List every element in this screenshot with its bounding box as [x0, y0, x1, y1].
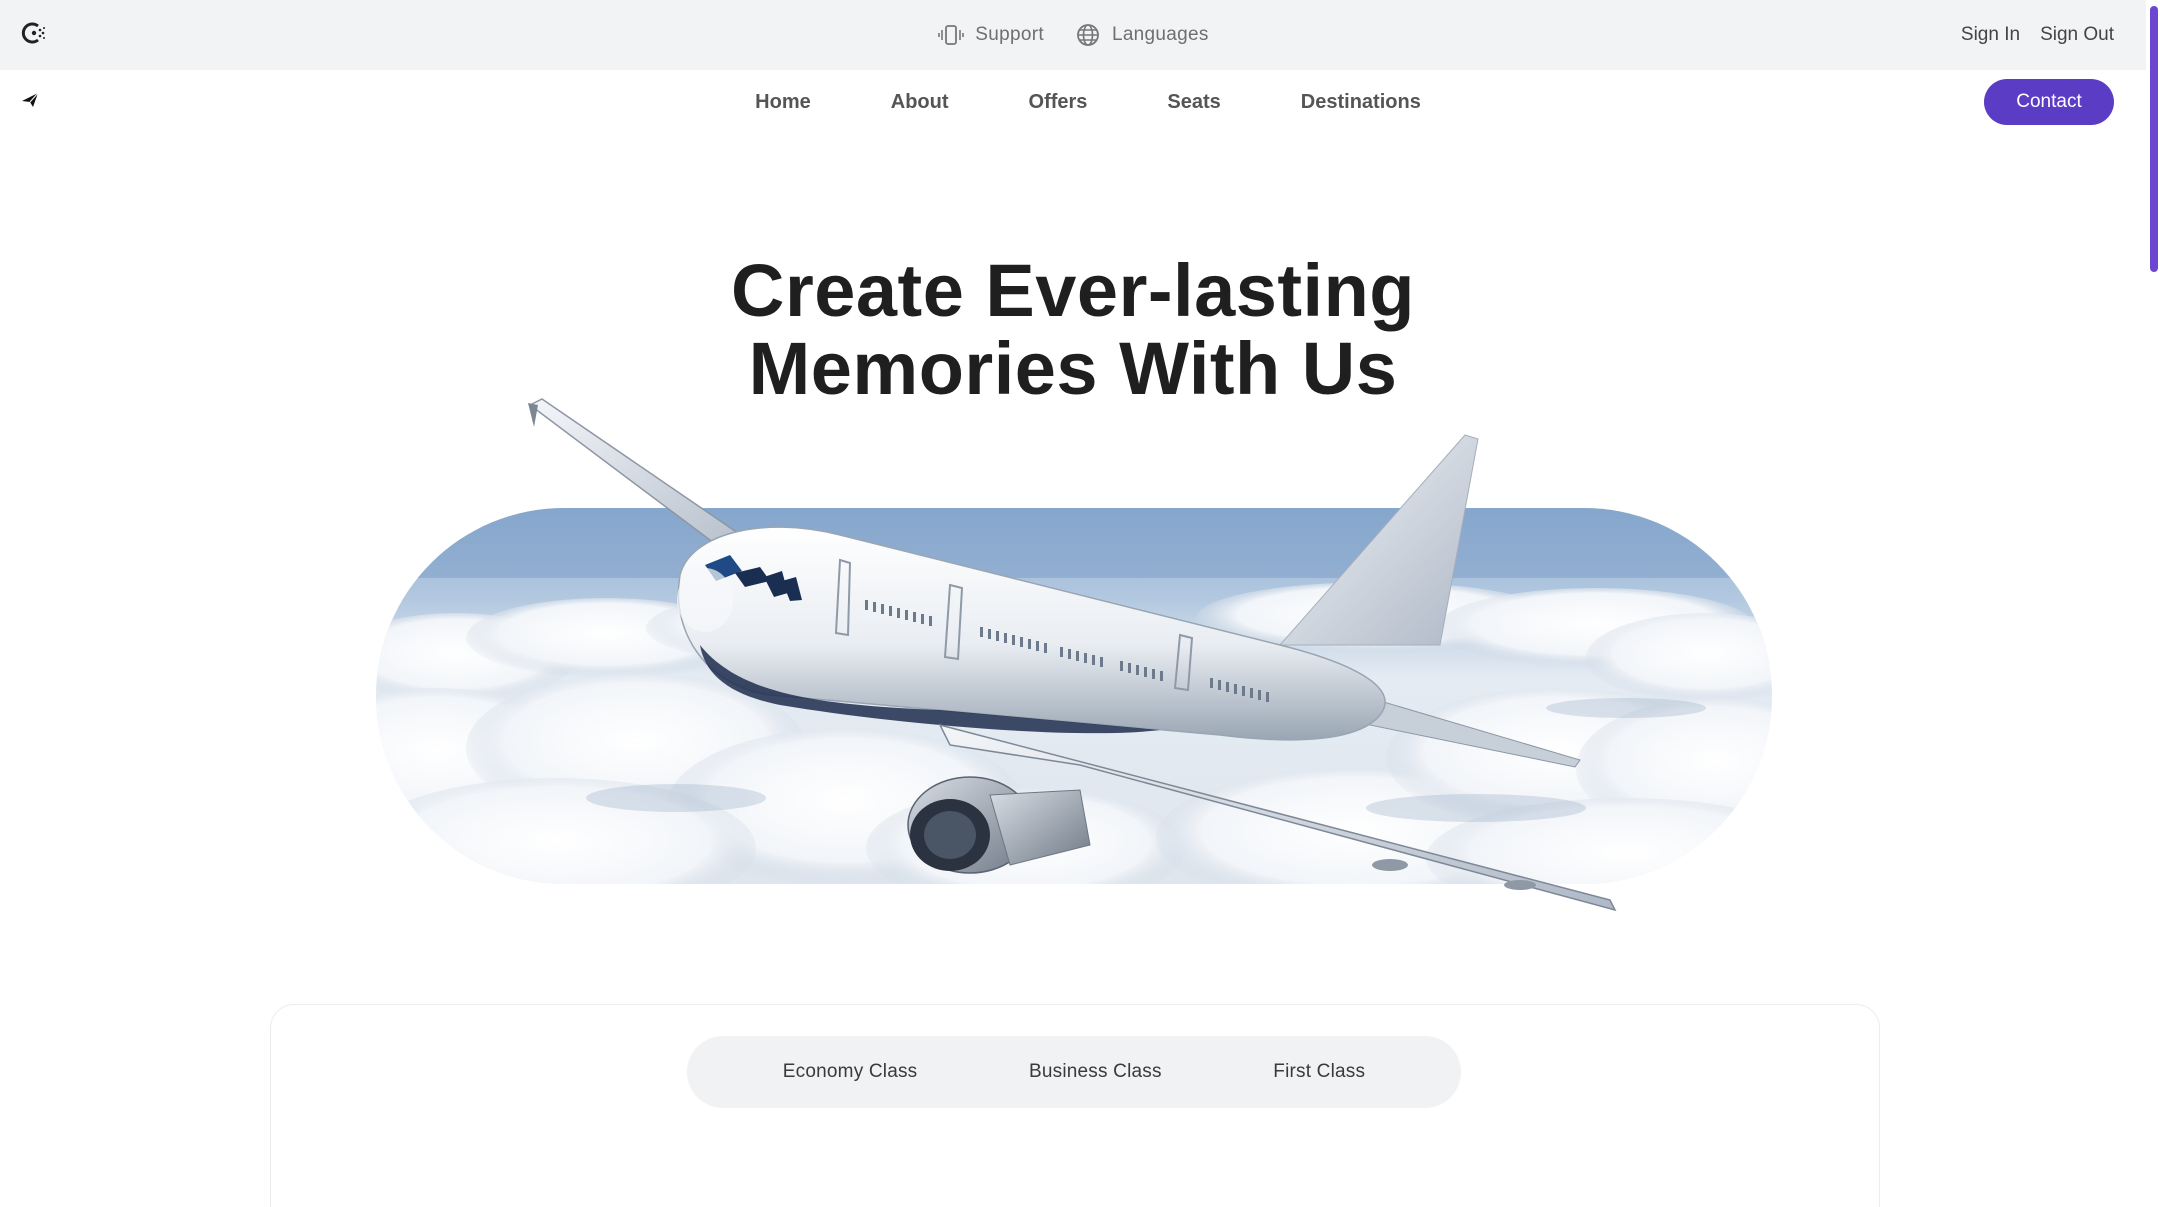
main-navigation: Home About Offers Seats Destinations Con… — [0, 70, 2146, 134]
support-label: Support — [975, 24, 1044, 45]
tab-first-class[interactable]: First Class — [1273, 1061, 1365, 1083]
sign-out-link[interactable]: Sign Out — [2040, 24, 2114, 46]
contact-button[interactable]: Contact — [1984, 79, 2114, 125]
tab-business-class[interactable]: Business Class — [1029, 1061, 1162, 1083]
travel-class-tabs: Economy Class Business Class First Class — [687, 1036, 1461, 1108]
top-utility-bar: Support Languages Sign In Sign Out — [0, 0, 2146, 70]
airplane-illustration — [528, 398, 1617, 912]
nav-seats[interactable]: Seats — [1167, 91, 1220, 114]
nav-offers[interactable]: Offers — [1029, 91, 1088, 114]
nav-home[interactable]: Home — [755, 91, 811, 114]
booking-card: Economy Class Business Class First Class — [270, 1004, 1880, 1207]
page-scrollbar[interactable] — [2146, 0, 2160, 1207]
hero-title: Create Ever-lasting Memories With Us — [0, 252, 2146, 408]
tab-economy-class[interactable]: Economy Class — [783, 1061, 918, 1083]
sign-in-link[interactable]: Sign In — [1961, 24, 2020, 46]
vibrating-phone-icon — [938, 25, 965, 45]
support-link[interactable]: Support — [937, 21, 1044, 49]
hero-title-line-1: Create Ever-lasting — [731, 249, 1415, 332]
languages-link[interactable]: Languages — [1074, 21, 1209, 49]
auth-links: Sign In Sign Out — [1961, 0, 2114, 70]
scrollbar-thumb[interactable] — [2150, 6, 2158, 272]
utility-links: Support Languages — [0, 0, 2146, 70]
nav-links: Home About Offers Seats Destinations — [0, 70, 2146, 134]
nav-destinations[interactable]: Destinations — [1301, 91, 1421, 114]
nav-about[interactable]: About — [891, 91, 949, 114]
languages-label: Languages — [1111, 24, 1209, 45]
globe-icon — [1077, 24, 1099, 46]
